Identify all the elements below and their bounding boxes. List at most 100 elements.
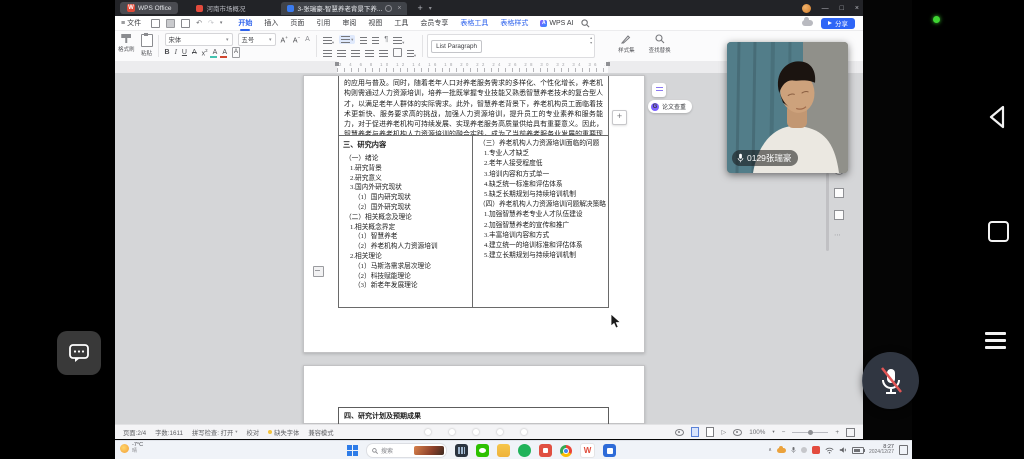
weather-widget[interactable]: -7°C 晴 xyxy=(120,443,143,454)
current-style-chip[interactable]: List Paragraph xyxy=(431,40,482,53)
tab-page[interactable]: 页面 xyxy=(290,18,304,28)
android-back-button[interactable] xyxy=(986,104,1008,130)
web-view-icon[interactable] xyxy=(706,427,714,437)
table-cell-right[interactable]: （三）养老机构人力资源培训面临的问题 1.专业人才缺乏 2.老年人接受程度低 3… xyxy=(473,136,608,307)
share-button[interactable]: 分享 xyxy=(821,18,855,29)
red-app-icon[interactable] xyxy=(539,444,552,457)
indent-marker-left[interactable] xyxy=(335,62,339,66)
table-handle-icon[interactable] xyxy=(313,266,324,277)
page-indicator[interactable]: 页面:2/4 xyxy=(123,428,146,437)
full-reading-icon[interactable] xyxy=(733,429,742,436)
justify-button[interactable] xyxy=(365,44,374,62)
proofread-button[interactable]: 校对 xyxy=(247,428,260,437)
clear-format-icon[interactable]: A xyxy=(305,35,310,44)
line-spacing-button[interactable]: ▾ xyxy=(393,31,404,49)
style-scroll-down-icon[interactable]: ▾ xyxy=(590,41,592,45)
format-painter-button[interactable]: 格式刷 xyxy=(115,31,138,61)
highlight-color-button[interactable]: A xyxy=(213,48,218,57)
document-page-1[interactable]: 的应用与普及。同时，随着老年人口对养老服务需求的多样化、个性化增长，养老机构则需… xyxy=(303,75,645,353)
tray-icon-dim[interactable] xyxy=(801,447,807,453)
document-table-next[interactable]: 四、研究计划及预期成果 xyxy=(338,407,609,424)
wechat-icon[interactable] xyxy=(476,444,489,457)
wps-home-button[interactable]: W WPS Office xyxy=(120,2,178,14)
meeting-tray-icon[interactable] xyxy=(812,446,820,454)
volume-icon[interactable] xyxy=(839,446,847,454)
find-replace-button[interactable]: 查找替换 xyxy=(646,31,674,61)
file-menu[interactable]: ≡ 文件 xyxy=(121,18,141,28)
wifi-icon[interactable] xyxy=(825,447,834,454)
strikethrough-button[interactable]: A xyxy=(192,48,197,57)
vertical-scrollbar[interactable] xyxy=(826,173,829,251)
export-pdf-icon[interactable] xyxy=(181,19,190,28)
quick-access-dropdown-icon[interactable]: ▾ xyxy=(220,20,223,26)
sort-button[interactable]: ▾ xyxy=(407,44,416,62)
close-tab-icon[interactable]: × xyxy=(397,5,401,12)
tab-table-tools[interactable]: 表格工具 xyxy=(460,18,488,28)
undo-icon[interactable]: ↶ xyxy=(196,19,202,27)
wps-ai-button[interactable]: A WPS AI xyxy=(540,20,573,27)
tab-home[interactable]: 开始 xyxy=(238,18,252,28)
distribute-button[interactable] xyxy=(379,44,388,62)
tab-view[interactable]: 视图 xyxy=(368,18,382,28)
styles-set-button[interactable]: 样式集 xyxy=(615,31,638,61)
redo-icon[interactable]: ↷ xyxy=(208,19,214,27)
paste-button[interactable]: 粘贴 xyxy=(138,31,156,61)
cloud-sync-icon[interactable] xyxy=(802,20,813,26)
grow-font-button[interactable]: A+ xyxy=(281,33,288,45)
character-border-button[interactable]: A xyxy=(232,47,240,58)
zoom-dropdown-icon[interactable]: ▾ xyxy=(772,429,774,435)
minimize-button[interactable]: — xyxy=(822,5,829,12)
android-home-button[interactable] xyxy=(988,221,1009,242)
sidebar-more-icon[interactable]: ⋯ xyxy=(834,231,841,239)
missing-font-warning[interactable]: 缺失字体 xyxy=(268,428,299,437)
wps-office-icon[interactable]: W xyxy=(580,443,595,458)
font-color-button[interactable]: A xyxy=(222,48,227,57)
battery-icon[interactable] xyxy=(852,447,864,454)
styles-gallery[interactable]: List Paragraph ▴ ▾ xyxy=(427,34,595,58)
word-count[interactable]: 字数:1611 xyxy=(155,428,183,437)
paper-check-button[interactable]: G 论文查重 xyxy=(648,100,692,113)
cloud-tray-icon[interactable] xyxy=(777,448,786,453)
android-menu-button[interactable] xyxy=(985,332,1006,349)
paper-check-collapse-icon[interactable] xyxy=(652,83,666,97)
chat-button[interactable] xyxy=(57,331,101,375)
sidebar-edit-icon[interactable] xyxy=(834,188,844,198)
close-window-button[interactable]: × xyxy=(855,5,859,12)
tab-table-style[interactable]: 表格样式 xyxy=(500,18,528,28)
account-avatar[interactable] xyxy=(802,4,811,13)
document-tab-active[interactable]: 3-张瑞豪-智慧养老背景下养... × xyxy=(281,2,407,15)
sidebar-comment-icon[interactable] xyxy=(834,210,844,220)
align-right-button[interactable] xyxy=(351,44,360,62)
italic-button[interactable]: I xyxy=(175,48,177,57)
shrink-font-button[interactable]: A− xyxy=(293,33,300,45)
green-app-icon[interactable] xyxy=(518,444,531,457)
table-add-button[interactable]: + xyxy=(612,110,627,125)
paragraph-layout-icon[interactable] xyxy=(393,48,402,57)
align-center-button[interactable] xyxy=(337,44,346,62)
hidden-icons-chevron[interactable]: ∧ xyxy=(768,447,772,453)
dark-app-icon[interactable] xyxy=(455,444,468,457)
page-view-icon[interactable] xyxy=(691,427,699,437)
tab-review[interactable]: 审阅 xyxy=(342,18,356,28)
new-tab-button[interactable]: + xyxy=(417,3,422,13)
search-icon[interactable] xyxy=(581,19,590,28)
zoom-out-button[interactable]: − xyxy=(782,429,786,436)
superscript-button[interactable]: x2 xyxy=(202,46,208,58)
tab-insert[interactable]: 插入 xyxy=(264,18,278,28)
tab-list-dropdown-icon[interactable]: ▾ xyxy=(429,5,432,12)
clock[interactable]: 8:27 2024/12/27 xyxy=(869,445,894,456)
zoom-level[interactable]: 100% xyxy=(749,429,765,436)
print-icon[interactable] xyxy=(166,19,175,28)
tab-reference[interactable]: 引用 xyxy=(316,18,330,28)
fullscreen-icon[interactable] xyxy=(846,428,855,437)
eye-protect-icon[interactable] xyxy=(675,429,684,436)
document-tab-inactive[interactable]: 河南市场概况 xyxy=(190,2,251,15)
mute-microphone-button[interactable] xyxy=(862,352,919,409)
maximize-button[interactable]: □ xyxy=(840,5,844,12)
underline-button[interactable]: U xyxy=(182,48,187,57)
indent-marker-right[interactable] xyxy=(606,62,610,66)
meeting-app-icon[interactable] xyxy=(603,444,616,457)
chrome-icon[interactable] xyxy=(560,445,572,457)
zoom-slider[interactable] xyxy=(792,432,828,433)
taskbar-search[interactable]: 搜索 xyxy=(366,443,447,458)
